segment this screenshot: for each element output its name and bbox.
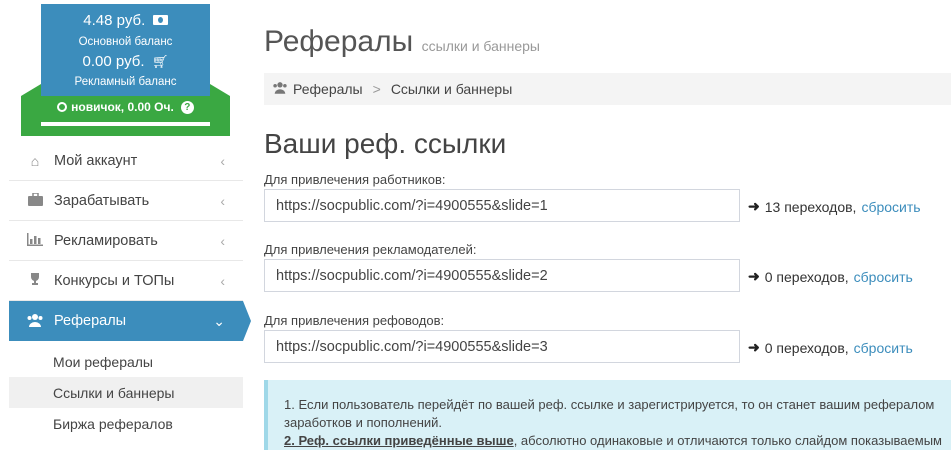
breadcrumb-item-referrals[interactable]: Рефералы [293,81,363,97]
submenu-my-referrals[interactable]: Мои рефералы [9,346,243,377]
transitions-count: 0 переходов, [764,268,849,285]
sidebar-item-label: Конкурсы и ТОПы [54,272,175,289]
recruiters-link-label: Для привлечения рефоводов: [264,313,445,328]
ad-balance-amount[interactable]: 0.00 руб. [83,53,145,70]
users-icon [272,81,288,97]
reset-link[interactable]: сбросить [854,340,913,356]
chevron-left-icon: ‹ [220,272,225,289]
sidebar-item-account[interactable]: ⌂ Мой аккаунт ‹ [9,141,243,181]
info-line-3: 2. Реф. ссылки приведённые выше, абсолют… [284,432,951,450]
reset-link[interactable]: сбросить [861,199,920,215]
chevron-right-icon: > [372,81,381,97]
briefcase-icon [26,191,44,209]
arrow-right-icon: ➜ [748,339,760,355]
ribbon-fold-right [210,84,230,96]
circle-icon [57,102,68,112]
advertisers-link-field[interactable] [264,259,740,292]
transitions-count: 13 переходов, [764,198,857,215]
chevron-left-icon: ‹ [220,152,225,169]
page-title: Рефералы ссылки и баннеры [264,25,540,59]
breadcrumb-item-current: Ссылки и баннеры [390,81,513,97]
recruiters-link-stats: ➜ 0 переходов, сбросить [748,339,913,356]
sidebar-item-label: Рекламировать [54,232,158,249]
ribbon-fold-left [21,84,41,96]
page-title-text: Рефералы [264,25,414,58]
rank-text[interactable]: новичок, 0.00 Оч. [71,100,174,114]
main-balance-amount[interactable]: 4.48 руб. [83,12,145,29]
info-line-2: заработков и пополнений. [284,415,443,430]
arrow-right-icon: ➜ [748,198,760,214]
recruiters-link-field[interactable] [264,330,740,363]
balance-panel: 4.48 руб. Основной баланс 0.00 руб. 🛒︎ Р… [41,4,210,96]
sidebar-item-contests[interactable]: Конкурсы и ТОПы ‹ [9,261,243,301]
section-title: Ваши реф. ссылки [264,128,507,159]
sidebar-item-advertise[interactable]: Рекламировать ‹ [9,221,243,261]
submenu-links-banners[interactable]: Ссылки и баннеры [9,377,243,408]
trophy-icon [26,272,44,289]
page-subtitle: ссылки и баннеры [421,38,540,54]
rank-progress-bar [41,122,210,126]
sidebar-item-label: Рефералы [54,313,127,329]
sidebar-item-referrals[interactable]: Рефералы ⌄ [9,301,251,341]
info-line-1: 1. Если пользователь перейдёт по вашей р… [284,397,935,412]
advertisers-link-label: Для привлечения рекламодателей: [264,242,477,257]
sidebar-item-earn[interactable]: Зарабатывать ‹ [9,181,243,221]
breadcrumb: Рефералы > Ссылки и баннеры [264,73,951,105]
cart-icon: 🛒︎ [151,54,169,69]
sidebar: 4.48 руб. Основной баланс 0.00 руб. 🛒︎ Р… [0,0,251,450]
chevron-left-icon: ‹ [220,232,225,249]
referrals-submenu: Мои рефералы Ссылки и баннеры Биржа рефе… [9,346,243,439]
workers-link-label: Для привлечения работников: [264,172,446,187]
advertisers-link-stats: ➜ 0 переходов, сбросить [748,268,913,285]
question-icon[interactable]: ? [180,100,194,114]
reset-link[interactable]: сбросить [854,269,913,285]
transitions-count: 0 переходов, [764,339,849,356]
sidebar-menu: ⌂ Мой аккаунт ‹ Зарабатывать ‹ Рекламиро… [9,141,251,341]
ad-balance-label: Рекламный баланс [74,76,177,88]
users-icon [26,313,44,330]
money-icon [152,15,168,25]
info-line-3-bold: 2. Реф. ссылки приведённые выше [284,433,514,448]
active-indicator [243,301,251,341]
sidebar-item-label: Мой аккаунт [54,152,138,169]
main-balance-label: Основной баланс [78,36,173,48]
home-icon: ⌂ [30,152,40,169]
chevron-left-icon: ‹ [220,192,225,209]
workers-link-field[interactable] [264,189,740,222]
sidebar-item-label: Зарабатывать [54,192,150,209]
main-content: Рефералы ссылки и баннеры Рефералы > Ссы… [264,0,951,450]
arrow-right-icon: ➜ [748,268,760,284]
info-line-3-rest: , абсолютно одинаковые и отличаются толь… [513,433,942,448]
rank-row: новичок, 0.00 Оч. ? [21,100,230,114]
submenu-referral-exchange[interactable]: Биржа рефералов [9,408,243,439]
info-callout: 1. Если пользователь перейдёт по вашей р… [264,380,951,450]
bar-chart-icon [26,232,44,249]
workers-link-stats: ➜ 13 переходов, сбросить [748,198,921,215]
chevron-down-icon: ⌄ [213,312,225,329]
